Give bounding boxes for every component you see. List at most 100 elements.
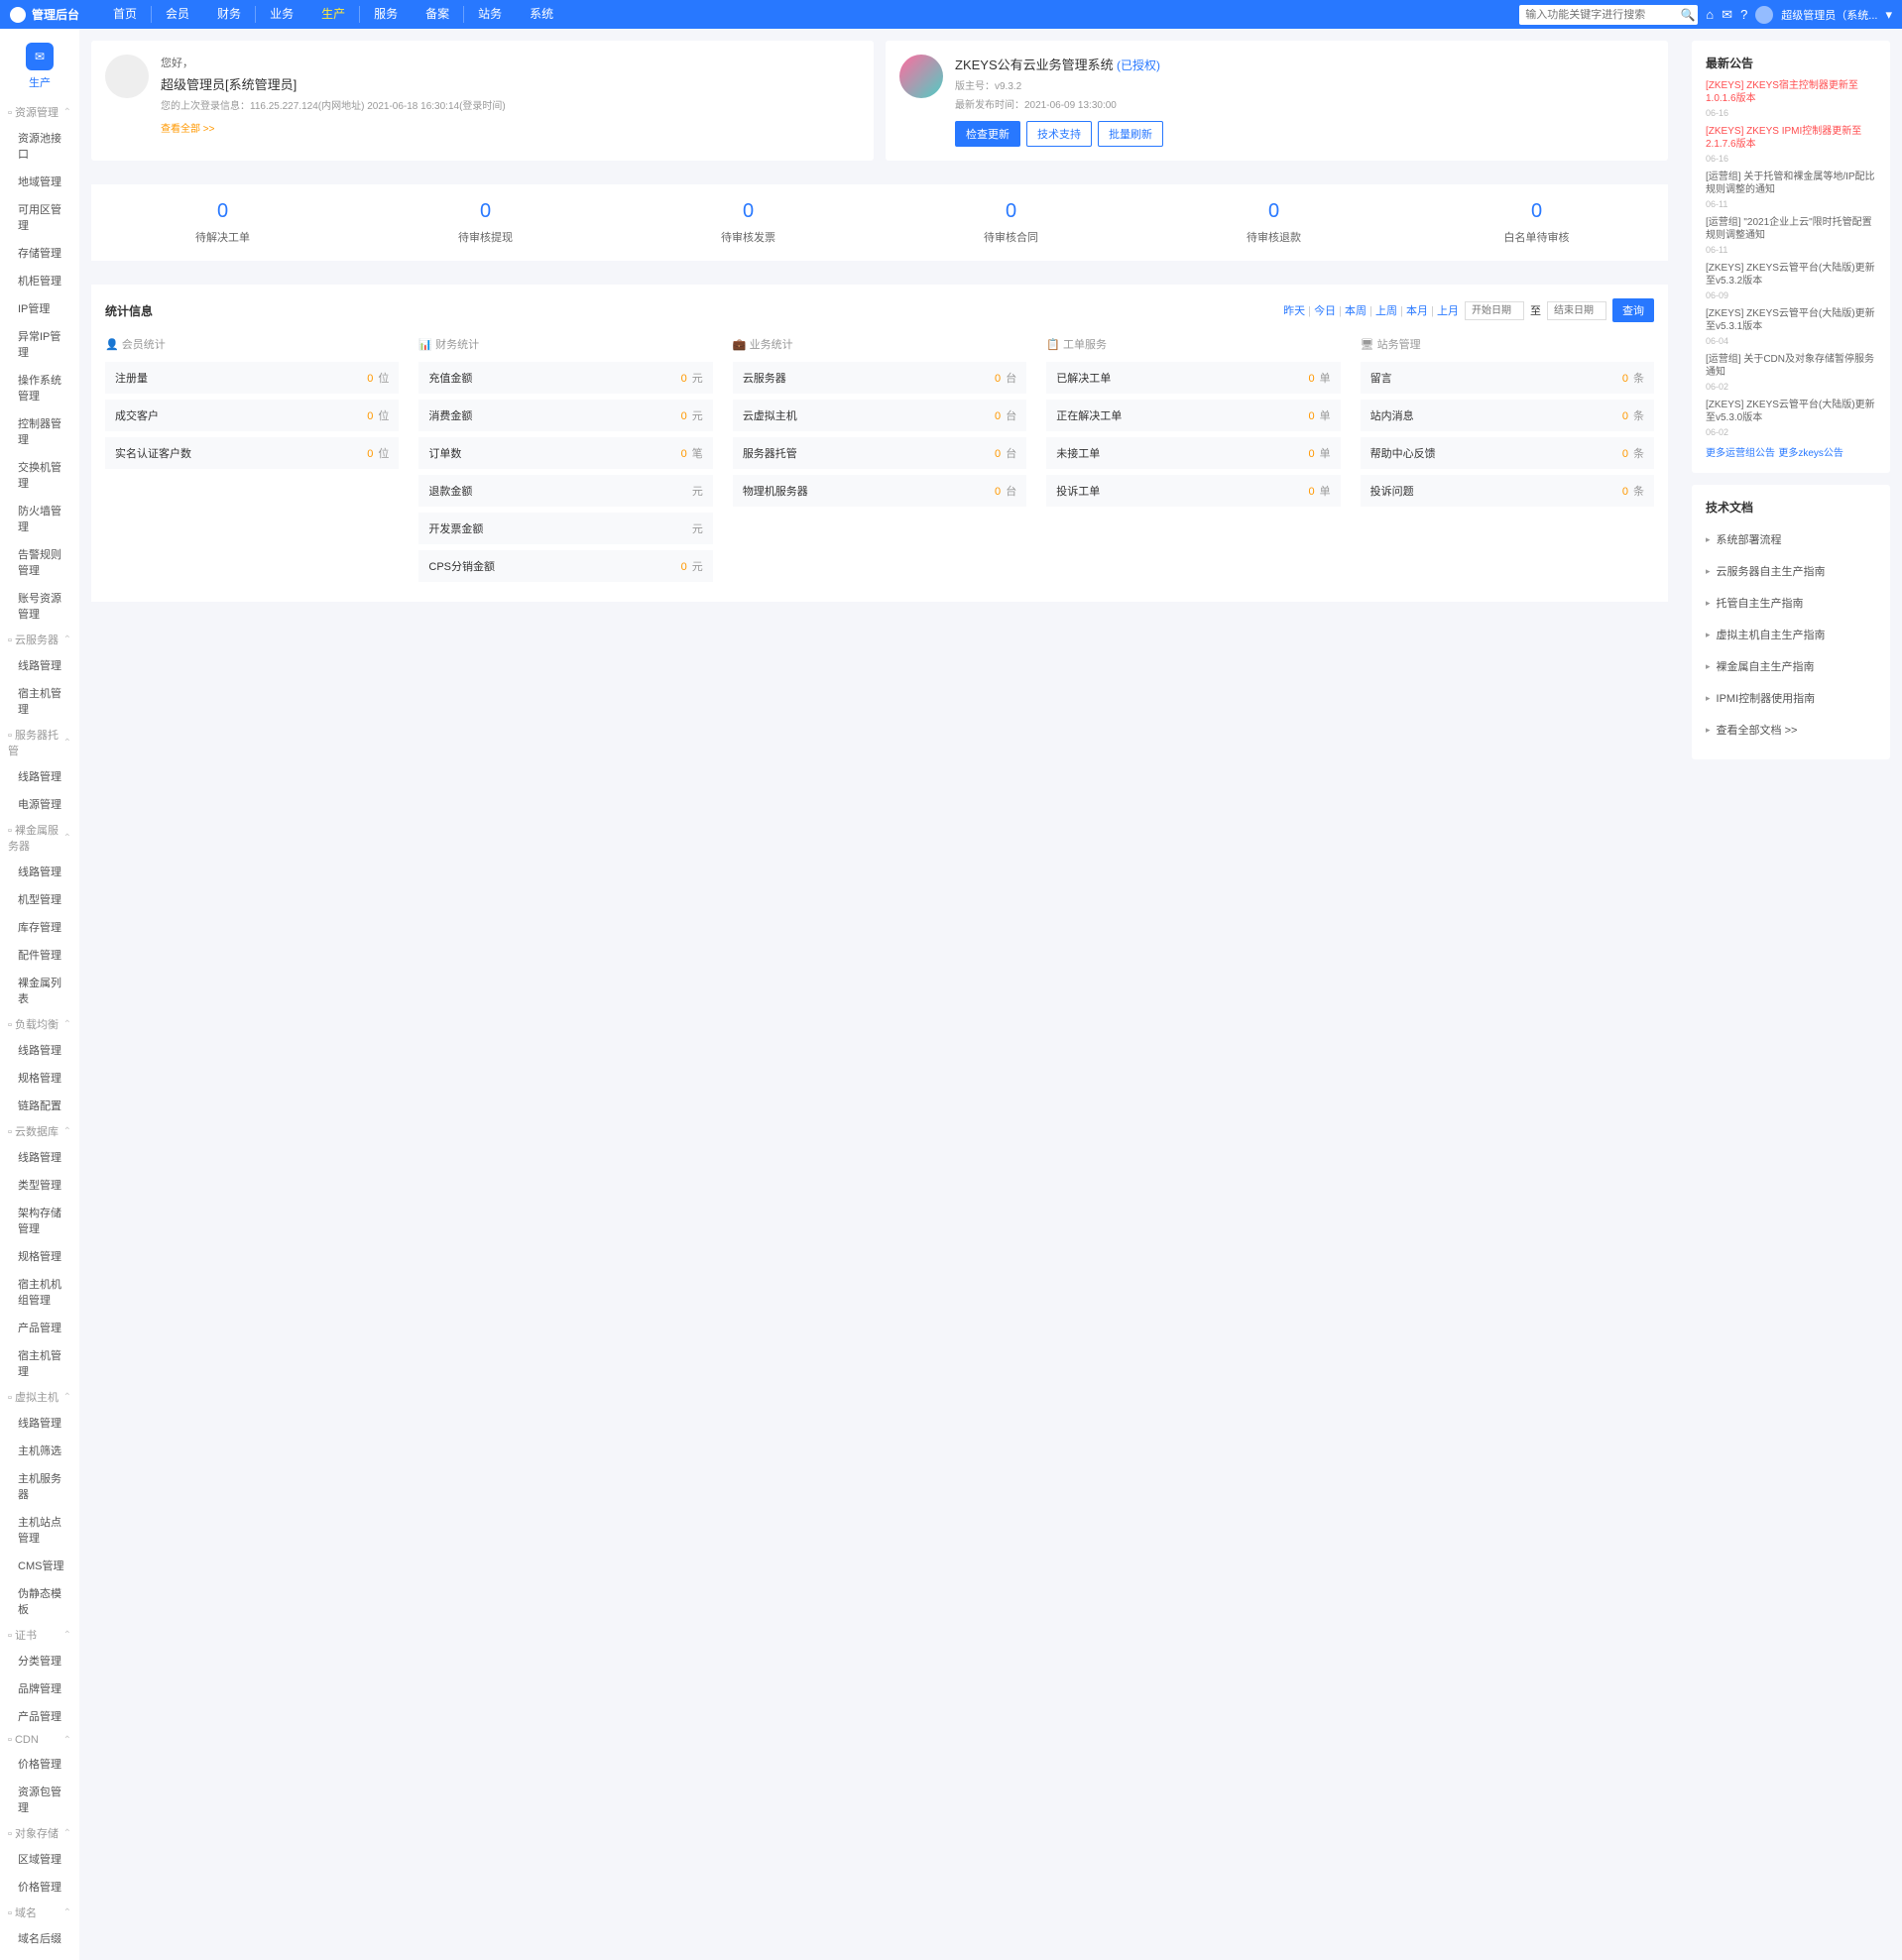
more-zkeys-notice[interactable]: 更多zkeys公告 [1778, 448, 1843, 459]
sidebar-item-主机服务器[interactable]: 主机服务器 [0, 1464, 79, 1508]
nav-备案[interactable]: 备案 [412, 0, 463, 29]
sidebar-item-线路管理[interactable]: 线路管理 [0, 858, 79, 885]
nav-系统[interactable]: 系统 [516, 0, 567, 29]
notice-item[interactable]: [ZKEYS] ZKEYS云管平台(大陆版)更新至v5.3.1版本06-04 [1706, 307, 1876, 347]
date-to[interactable] [1547, 301, 1606, 320]
sidebar-item-裸金属列表[interactable]: 裸金属列表 [0, 969, 79, 1012]
query-button[interactable]: 查询 [1612, 298, 1654, 322]
sidebar-item-资源包管理[interactable]: 资源包管理 [0, 1778, 79, 1821]
more-ops-notice[interactable]: 更多运营组公告 [1706, 448, 1775, 459]
sidebar-item-宿主机机组管理[interactable]: 宿主机机组管理 [0, 1270, 79, 1314]
sidebar-item-防火墙管理[interactable]: 防火墙管理 [0, 497, 79, 540]
notice-item[interactable]: [ZKEYS] ZKEYS云管平台(大陆版)更新至v5.3.2版本06-09 [1706, 262, 1876, 301]
sidebar-group-CDN[interactable]: ▫ CDN⌃ [0, 1730, 79, 1750]
help-icon[interactable]: ? [1740, 7, 1747, 22]
home-icon[interactable]: ⌂ [1706, 7, 1714, 22]
search-input[interactable] [1519, 9, 1678, 21]
sidebar-group-裸金属服务器[interactable]: ▫ 裸金属服务器⌃ [0, 818, 79, 858]
sidebar-group-证书[interactable]: ▫ 证书⌃ [0, 1623, 79, 1647]
sidebar-item-分类管理[interactable]: 分类管理 [0, 1647, 79, 1674]
sidebar-item-机柜管理[interactable]: 机柜管理 [0, 267, 79, 294]
pending-待审核发票[interactable]: 0待审核发票 [617, 200, 880, 245]
sys-btn-检查更新[interactable]: 检查更新 [955, 121, 1020, 147]
view-all-link[interactable]: 查看全部 >> [161, 120, 214, 135]
sidebar-item-线路管理[interactable]: 线路管理 [0, 1409, 79, 1437]
docs-more[interactable]: 查看全部文档 >> [1706, 714, 1876, 746]
nav-首页[interactable]: 首页 [99, 0, 151, 29]
sidebar-item-资源池接口[interactable]: 资源池接口 [0, 124, 79, 168]
sidebar-group-云服务器[interactable]: ▫ 云服务器⌃ [0, 628, 79, 651]
sidebar-item-主机站点管理[interactable]: 主机站点管理 [0, 1508, 79, 1552]
sidebar-item-账号资源管理[interactable]: 账号资源管理 [0, 584, 79, 628]
sidebar-item-架构存储管理[interactable]: 架构存储管理 [0, 1199, 79, 1242]
sidebar-item-线路管理[interactable]: 线路管理 [0, 1036, 79, 1064]
notice-item[interactable]: [ZKEYS] ZKEYS宿主控制器更新至1.0.1.6版本06-16 [1706, 79, 1876, 119]
pending-待解决工单[interactable]: 0待解决工单 [91, 200, 354, 245]
sidebar-group-对象存储[interactable]: ▫ 对象存储⌃ [0, 1821, 79, 1845]
filter-今日[interactable]: 今日 [1314, 305, 1336, 317]
pending-白名单待审核[interactable]: 0白名单待审核 [1405, 200, 1668, 245]
sys-btn-批量刷新[interactable]: 批量刷新 [1098, 121, 1163, 147]
notice-item[interactable]: [运营组] "2021企业上云"限时托管配置规则调整通知06-11 [1706, 216, 1876, 256]
mail-icon[interactable]: ✉ [1722, 7, 1732, 23]
sidebar-item-控制器管理[interactable]: 控制器管理 [0, 409, 79, 453]
sidebar-item-伪静态模板[interactable]: 伪静态模板 [0, 1579, 79, 1623]
sidebar-item-线路管理[interactable]: 线路管理 [0, 651, 79, 679]
sidebar-item-域名后缀[interactable]: 域名后缀 [0, 1924, 79, 1952]
sidebar-item-价格管理[interactable]: 价格管理 [0, 1750, 79, 1778]
pending-待审核合同[interactable]: 0待审核合同 [880, 200, 1142, 245]
search-icon[interactable]: 🔍 [1678, 8, 1698, 22]
sidebar-item-品牌管理[interactable]: 品牌管理 [0, 1674, 79, 1702]
filter-本周[interactable]: 本周 [1345, 305, 1367, 317]
filter-上周[interactable]: 上周 [1375, 305, 1397, 317]
sidebar-item-类型管理[interactable]: 类型管理 [0, 1171, 79, 1199]
sidebar-item-宿主机管理[interactable]: 宿主机管理 [0, 1341, 79, 1385]
sidebar-item-线路管理[interactable]: 线路管理 [0, 1143, 79, 1171]
notice-item[interactable]: [运营组] 关于托管和裸金属等地/IP配比规则调整的通知06-11 [1706, 171, 1876, 210]
sidebar-item-可用区管理[interactable]: 可用区管理 [0, 195, 79, 239]
sidebar-item-交换机管理[interactable]: 交换机管理 [0, 453, 79, 497]
logo[interactable]: 管理后台 [10, 6, 79, 23]
user-label[interactable]: 超级管理员（系统... [1781, 7, 1877, 23]
sidebar-group-虚拟主机[interactable]: ▫ 虚拟主机⌃ [0, 1385, 79, 1409]
doc-item-云服务器自主生产指南[interactable]: 云服务器自主生产指南 [1706, 555, 1876, 587]
sidebar-item-电源管理[interactable]: 电源管理 [0, 790, 79, 818]
sys-btn-技术支持[interactable]: 技术支持 [1026, 121, 1092, 147]
nav-业务[interactable]: 业务 [256, 0, 307, 29]
sidebar-group-域名[interactable]: ▫ 域名⌃ [0, 1901, 79, 1924]
avatar[interactable] [1755, 6, 1773, 24]
nav-站务[interactable]: 站务 [464, 0, 516, 29]
sidebar-item-存储管理[interactable]: 存储管理 [0, 239, 79, 267]
sidebar-item-规格管理[interactable]: 规格管理 [0, 1064, 79, 1092]
sidebar-group-负载均衡[interactable]: ▫ 负载均衡⌃ [0, 1012, 79, 1036]
doc-item-虚拟主机自主生产指南[interactable]: 虚拟主机自主生产指南 [1706, 619, 1876, 650]
sidebar-item-地域管理[interactable]: 地域管理 [0, 168, 79, 195]
notice-item[interactable]: [ZKEYS] ZKEYS云管平台(大陆版)更新至v5.3.0版本06-02 [1706, 399, 1876, 438]
sidebar-item-产品管理[interactable]: 产品管理 [0, 1314, 79, 1341]
filter-上月[interactable]: 上月 [1437, 305, 1459, 317]
pending-待审核退款[interactable]: 0待审核退款 [1142, 200, 1405, 245]
sidebar-item-IP管理[interactable]: IP管理 [0, 294, 79, 322]
filter-本月[interactable]: 本月 [1406, 305, 1428, 317]
sidebar-item-产品管理[interactable]: 产品管理 [0, 1702, 79, 1730]
sidebar-item-区域管理[interactable]: 区域管理 [0, 1845, 79, 1873]
sidebar-item-库存管理[interactable]: 库存管理 [0, 913, 79, 941]
pending-待审核提现[interactable]: 0待审核提现 [354, 200, 617, 245]
date-from[interactable] [1465, 301, 1524, 320]
chevron-down-icon[interactable]: ▾ [1885, 7, 1892, 23]
nav-生产[interactable]: 生产 [307, 0, 359, 29]
sidebar-item-规格管理[interactable]: 规格管理 [0, 1242, 79, 1270]
nav-财务[interactable]: 财务 [203, 0, 255, 29]
sidebar-item-操作系统管理[interactable]: 操作系统管理 [0, 366, 79, 409]
sidebar-item-线路管理[interactable]: 线路管理 [0, 762, 79, 790]
sidebar-item-机型管理[interactable]: 机型管理 [0, 885, 79, 913]
sidebar-item-链路配置[interactable]: 链路配置 [0, 1092, 79, 1119]
doc-item-裸金属自主生产指南[interactable]: 裸金属自主生产指南 [1706, 650, 1876, 682]
sidebar-item-配件管理[interactable]: 配件管理 [0, 941, 79, 969]
sidebar-group-资源管理[interactable]: ▫ 资源管理⌃ [0, 100, 79, 124]
notice-item[interactable]: [运营组] 关于CDN及对象存储暂停服务通知06-02 [1706, 353, 1876, 393]
sidebar-item-主机筛选[interactable]: 主机筛选 [0, 1437, 79, 1464]
sidebar-group-服务器托管[interactable]: ▫ 服务器托管⌃ [0, 723, 79, 762]
doc-item-IPMI控制器使用指南[interactable]: IPMI控制器使用指南 [1706, 682, 1876, 714]
sidebar-item-宿主机管理[interactable]: 宿主机管理 [0, 679, 79, 723]
